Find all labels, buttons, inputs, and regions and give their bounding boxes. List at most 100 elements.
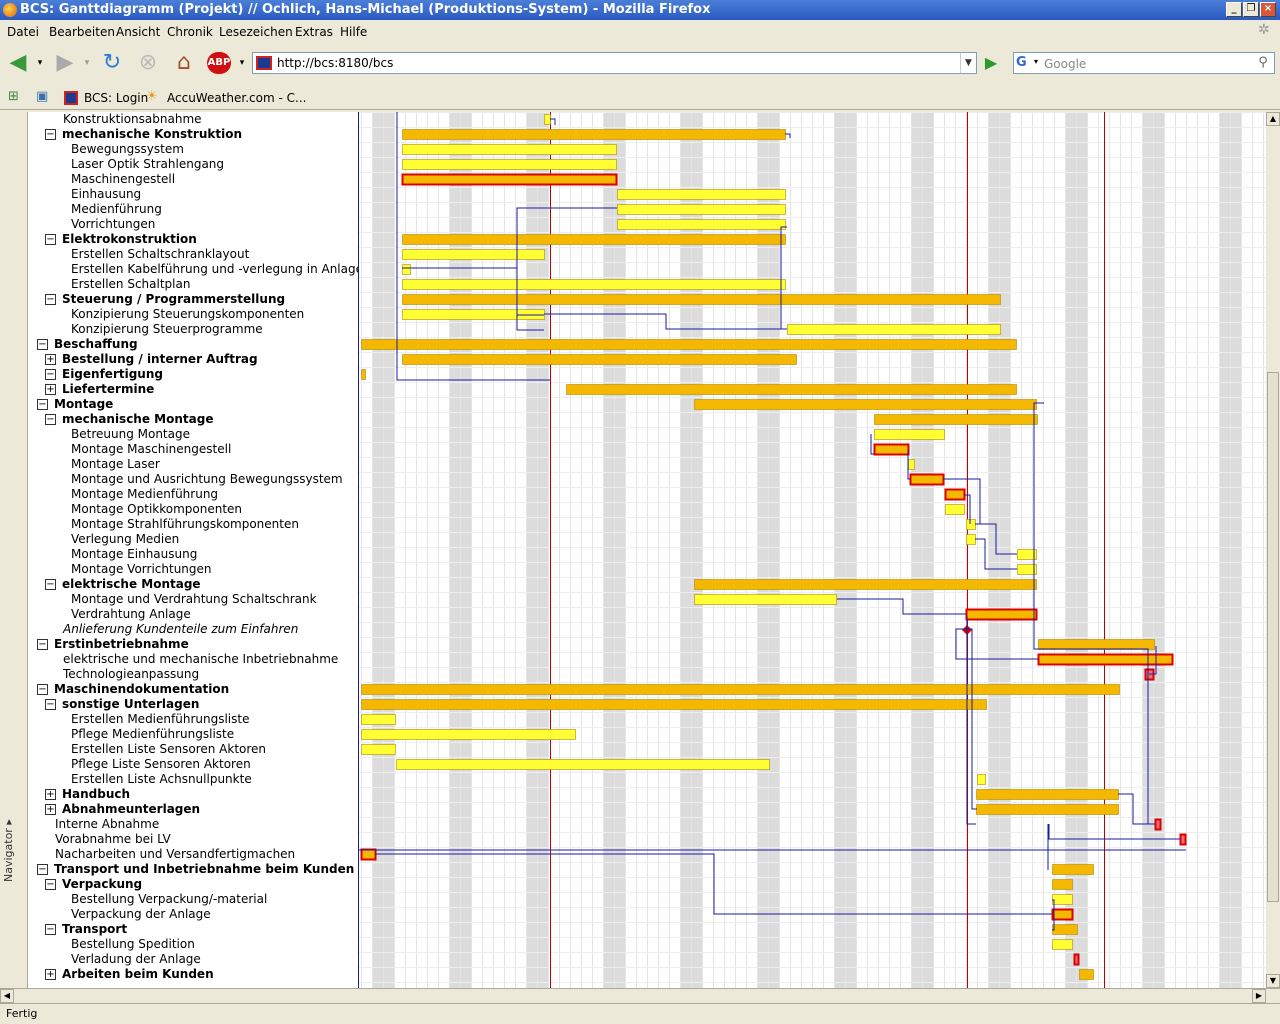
critical-task-bar[interactable]: [965, 608, 1038, 621]
summary-bar[interactable]: [361, 684, 1120, 695]
task-row[interactable]: − Transport: [28, 922, 358, 937]
scroll-left-icon[interactable]: ◀: [0, 989, 14, 1003]
adblock-icon[interactable]: ABP: [207, 52, 231, 74]
collapse-icon[interactable]: −: [37, 339, 48, 350]
reload-icon[interactable]: ↻: [99, 50, 125, 76]
task-row[interactable]: Verdrahtung Anlage: [28, 607, 358, 622]
task-row[interactable]: − mechanische Konstruktion: [28, 127, 358, 142]
task-row[interactable]: + Liefertermine: [28, 382, 358, 397]
task-bar[interactable]: [361, 729, 576, 740]
critical-task-bar[interactable]: [944, 488, 966, 501]
menu-extras[interactable]: Extras: [295, 25, 333, 39]
task-row[interactable]: Bestellung Spedition: [28, 937, 358, 952]
task-row[interactable]: Verlegung Medien: [28, 532, 358, 547]
collapse-icon[interactable]: −: [45, 579, 56, 590]
summary-bar[interactable]: [566, 384, 1017, 395]
task-row[interactable]: Anlieferung Kundenteile zum Einfahren: [28, 622, 358, 637]
summary-bar[interactable]: [874, 414, 1038, 425]
task-row[interactable]: − elektrische Montage: [28, 577, 358, 592]
task-bar[interactable]: [402, 279, 786, 290]
task-bar[interactable]: [402, 249, 545, 260]
collapse-icon[interactable]: −: [45, 414, 56, 425]
search-box[interactable]: G ▾ Google ⚲: [1013, 52, 1275, 74]
task-row[interactable]: − Verpackung: [28, 877, 358, 892]
task-bar[interactable]: [544, 114, 551, 125]
task-row[interactable]: Erstellen Liste Achsnullpunkte: [28, 772, 358, 787]
task-row[interactable]: Vorabnahme bei LV: [28, 832, 358, 847]
summary-bar[interactable]: [694, 399, 1037, 410]
task-row[interactable]: Konstruktionsabnahme: [28, 112, 358, 127]
task-row[interactable]: Pflege Medienführungsliste: [28, 727, 358, 742]
search-icon[interactable]: ⚲: [1254, 55, 1272, 71]
task-row[interactable]: − Montage: [28, 397, 358, 412]
task-row[interactable]: Montage Medienführung: [28, 487, 358, 502]
critical-task-bar[interactable]: [1051, 908, 1074, 921]
summary-bar[interactable]: [1079, 969, 1094, 980]
close-button[interactable]: ×: [1260, 2, 1276, 17]
task-row[interactable]: Montage Laser: [28, 457, 358, 472]
task-row[interactable]: elektrische und mechanische Inbetriebnah…: [28, 652, 358, 667]
task-row[interactable]: Konzipierung Steuerprogramme: [28, 322, 358, 337]
expand-icon[interactable]: +: [45, 804, 56, 815]
critical-task-bar[interactable]: [873, 443, 910, 456]
summary-bar[interactable]: [361, 699, 987, 710]
collapse-icon[interactable]: −: [45, 699, 56, 710]
critical-task-bar[interactable]: [360, 848, 377, 861]
summary-bar[interactable]: [976, 789, 1119, 800]
task-row[interactable]: − Steuerung / Programmerstellung: [28, 292, 358, 307]
summary-bar[interactable]: [1052, 864, 1094, 875]
critical-task-bar[interactable]: [401, 173, 618, 186]
task-bar[interactable]: [361, 714, 396, 725]
critical-task-bar[interactable]: [1179, 833, 1187, 846]
collapse-icon[interactable]: −: [45, 369, 56, 380]
summary-bar[interactable]: [1038, 639, 1155, 650]
task-bar[interactable]: [402, 159, 617, 170]
task-row[interactable]: Technologieanpassung: [28, 667, 358, 682]
task-bar[interactable]: [977, 774, 986, 785]
bookmarks-sidebar-icon[interactable]: ▣: [36, 89, 48, 104]
task-bar[interactable]: [787, 324, 1001, 335]
task-bar[interactable]: [361, 744, 396, 755]
task-row[interactable]: Erstellen Kabelführung und -verlegung in…: [28, 262, 358, 277]
adblock-menu-icon[interactable]: ▾: [236, 50, 248, 76]
task-row[interactable]: − mechanische Montage: [28, 412, 358, 427]
menu-datei[interactable]: Datei: [7, 25, 39, 39]
expand-icon[interactable]: +: [45, 354, 56, 365]
task-row[interactable]: Medienführung: [28, 202, 358, 217]
task-row[interactable]: Verladung der Anlage: [28, 952, 358, 967]
task-row[interactable]: Bewegungssystem: [28, 142, 358, 157]
minimize-button[interactable]: _: [1226, 2, 1242, 17]
summary-bar[interactable]: [402, 234, 786, 245]
maximize-button[interactable]: ❐: [1243, 2, 1259, 17]
summary-bar[interactable]: [1052, 924, 1078, 935]
task-row[interactable]: Montage Optikkomponenten: [28, 502, 358, 517]
critical-task-bar[interactable]: [1037, 653, 1174, 666]
back-history-icon[interactable]: ▾: [34, 50, 46, 76]
task-bar[interactable]: [908, 459, 915, 470]
forward-icon[interactable]: ▶: [52, 50, 78, 76]
navigator-panel[interactable]: Navigator ▸: [0, 112, 28, 988]
scroll-up-icon[interactable]: ▲: [1266, 112, 1280, 126]
scroll-right-icon[interactable]: ▶: [1252, 989, 1266, 1003]
collapse-icon[interactable]: −: [45, 294, 56, 305]
task-bar[interactable]: [966, 519, 976, 530]
task-row[interactable]: Interne Abnahme: [28, 817, 358, 832]
summary-bar[interactable]: [1052, 879, 1073, 890]
task-row[interactable]: Einhausung: [28, 187, 358, 202]
menu-chronik[interactable]: Chronik: [167, 25, 213, 39]
bookmark-accuweather[interactable]: AccuWeather.com - C...: [167, 91, 306, 105]
task-row[interactable]: Montage Maschinengestell: [28, 442, 358, 457]
google-icon[interactable]: G: [1016, 55, 1032, 71]
vertical-scrollbar[interactable]: ▲ ▼: [1266, 112, 1280, 988]
task-row[interactable]: − Transport und Inbetriebnahme beim Kunde…: [28, 862, 358, 877]
summary-bar[interactable]: [402, 354, 797, 365]
url-dropdown-icon[interactable]: ▼: [960, 53, 976, 73]
task-row[interactable]: − Eigenfertigung: [28, 367, 358, 382]
menu-bearbeiten[interactable]: Bearbeiten: [49, 25, 115, 39]
add-bookmark-icon[interactable]: ⊞: [8, 89, 19, 104]
expand-icon[interactable]: +: [45, 789, 56, 800]
task-row[interactable]: Konzipierung Steuerungskomponenten: [28, 307, 358, 322]
task-row[interactable]: Erstellen Liste Sensoren Aktoren: [28, 742, 358, 757]
task-bar[interactable]: [1052, 894, 1073, 905]
task-row[interactable]: − Maschinendokumentation: [28, 682, 358, 697]
